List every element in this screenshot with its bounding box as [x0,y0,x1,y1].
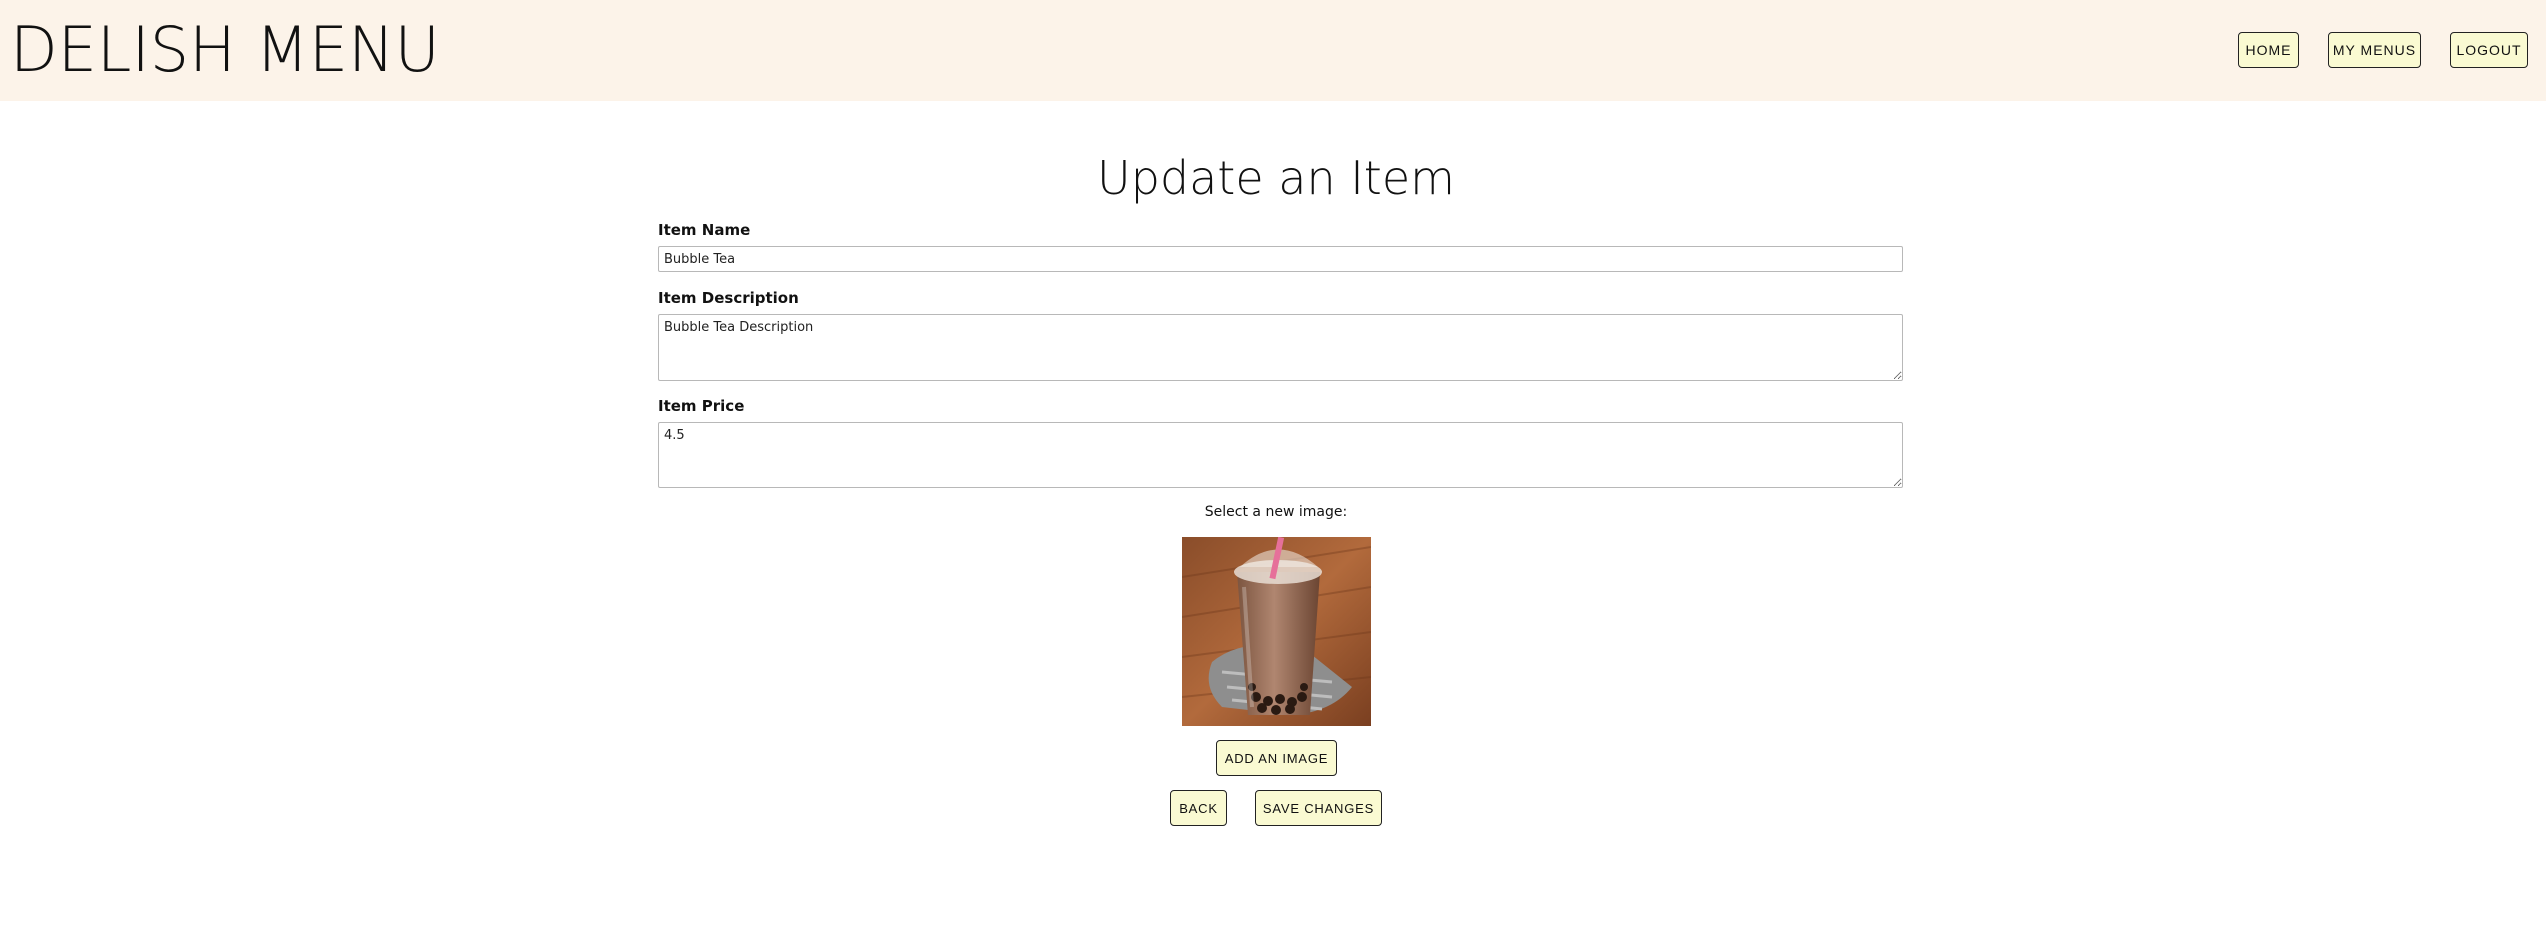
back-button[interactable]: BACK [1170,790,1227,826]
logout-button[interactable]: LOGOUT [2450,32,2528,68]
item-name-input[interactable] [658,246,1903,272]
brand-logo-text[interactable]: DELISH MENU [10,14,440,86]
my-menus-button[interactable]: MY MENUS [2328,32,2421,68]
item-description-label: Item Description [658,289,799,307]
item-price-textarea[interactable]: 4.5 [658,422,1903,488]
page-title: Update an Item [1097,151,1455,205]
item-price-label: Item Price [658,397,745,415]
item-description-textarea[interactable]: Bubble Tea Description [658,314,1903,381]
add-image-button[interactable]: ADD AN IMAGE [1216,740,1337,776]
save-changes-button[interactable]: SAVE CHANGES [1255,790,1382,826]
bubble-tea-image [1182,537,1371,726]
top-nav-bar: DELISH MENU HOME MY MENUS LOGOUT [0,0,2546,101]
item-name-label: Item Name [658,221,751,239]
select-image-label: Select a new image: [1204,504,1348,520]
home-button[interactable]: HOME [2238,32,2299,68]
